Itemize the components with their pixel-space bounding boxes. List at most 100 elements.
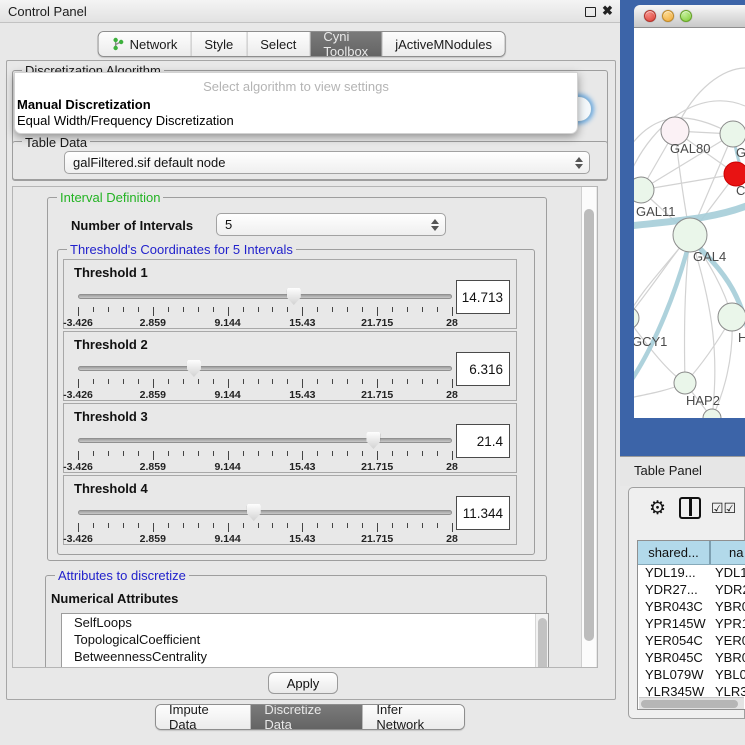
tab-group: Network Style Select Cyni Toolbox jActiv… xyxy=(98,31,506,57)
tick-mark xyxy=(452,307,453,316)
slider-track[interactable] xyxy=(78,438,452,443)
threshold-4-slider[interactable]: -3.4262.8599.14415.4321.71528 xyxy=(78,504,452,544)
cell-shared-name[interactable]: YBR045C xyxy=(638,650,711,667)
tick-mark xyxy=(78,379,79,388)
threshold-1-slider[interactable]: -3.4262.8599.14415.4321.71528 xyxy=(78,288,452,328)
threshold-1-value[interactable]: 14.713 xyxy=(456,280,510,314)
cell-shared-name[interactable]: YDR27... xyxy=(638,582,711,599)
tick-label: 28 xyxy=(446,461,458,473)
cell-name[interactable]: YDR2 xyxy=(711,582,745,599)
attribute-list-item[interactable]: BetweennessCentrality xyxy=(62,648,548,665)
close-icon[interactable]: ✖ xyxy=(602,3,613,19)
cell-name[interactable]: YDL1 xyxy=(711,565,745,582)
tab-network[interactable]: Network xyxy=(99,32,192,56)
column-header-shared[interactable]: shared... xyxy=(638,541,711,564)
threshold-3-value[interactable]: 21.4 xyxy=(456,424,510,458)
tab-style[interactable]: Style xyxy=(191,32,247,56)
table-row[interactable]: YPR145WYPR1 xyxy=(638,616,745,633)
tab-cyni-toolbox[interactable]: Cyni Toolbox xyxy=(310,32,382,56)
table-row[interactable]: YDL19...YDL1 xyxy=(638,565,745,582)
slider-thumb[interactable] xyxy=(287,288,301,305)
mac-close-button[interactable] xyxy=(644,10,656,22)
column-layout-icon[interactable] xyxy=(679,497,701,519)
cell-name[interactable]: YER0 xyxy=(711,633,745,650)
attribute-list-item[interactable]: SelfLoops xyxy=(62,614,548,631)
node-label: HAP2 xyxy=(686,393,720,408)
checkboxes-icon[interactable]: ☑☑ xyxy=(711,500,736,517)
scrollbar-thumb[interactable] xyxy=(584,209,594,641)
table-data-value: galFiltered.sif default node xyxy=(73,155,225,170)
tick-mark xyxy=(123,307,124,312)
table-row[interactable]: YDR27...YDR2 xyxy=(638,582,745,599)
scrollbar-thumb[interactable] xyxy=(538,618,547,668)
slider-track[interactable] xyxy=(78,294,452,299)
cell-shared-name[interactable]: YBL079W xyxy=(638,667,711,684)
table-row[interactable]: YBR045CYBR0 xyxy=(638,650,745,667)
tick-mark xyxy=(198,451,199,456)
cell-name[interactable]: YBR0 xyxy=(711,650,745,667)
tab-select[interactable]: Select xyxy=(247,32,310,56)
gear-icon[interactable]: ⚙ xyxy=(649,497,666,520)
tick-label: 2.859 xyxy=(140,317,166,329)
slider-thumb[interactable] xyxy=(366,432,380,449)
tick-label: 21.715 xyxy=(361,389,393,401)
number-of-intervals-combo[interactable]: 5 xyxy=(216,213,446,236)
popup-option-manual[interactable]: Manual Discretization xyxy=(17,97,151,112)
tab-label: Impute Data xyxy=(169,704,237,730)
cell-name[interactable]: YBL0 xyxy=(711,667,745,684)
tick-mark xyxy=(362,307,363,312)
settings-scrollbar[interactable] xyxy=(581,187,596,667)
cell-name[interactable]: YBR0 xyxy=(711,599,745,616)
node-gal4[interactable] xyxy=(673,218,707,252)
network-canvas[interactable]: GAL80 GA C GAL11 GAL4 GCY1 H HAP2 xyxy=(634,28,745,418)
slider-thumb[interactable] xyxy=(247,504,261,521)
tab-infer-network[interactable]: Infer Network xyxy=(363,705,464,729)
cell-shared-name[interactable]: YBR043C xyxy=(638,599,711,616)
tick-mark xyxy=(452,523,453,532)
threshold-3-slider[interactable]: -3.4262.8599.14415.4321.71528 xyxy=(78,432,452,472)
tab-impute-data[interactable]: Impute Data xyxy=(156,705,251,729)
attributes-list-scrollbar[interactable] xyxy=(535,614,548,668)
network-nodes[interactable] xyxy=(634,117,745,418)
table-row[interactable]: YBL079WYBL0 xyxy=(638,667,745,684)
settings-viewport: Interval Definition Number of Intervals … xyxy=(12,186,598,668)
threshold-4-label: Threshold 4 xyxy=(74,481,148,496)
cell-name[interactable]: YPR1 xyxy=(711,616,745,633)
threshold-2-value[interactable]: 6.316 xyxy=(456,352,510,386)
threshold-4-value[interactable]: 11.344 xyxy=(456,496,510,530)
node-ga[interactable] xyxy=(720,121,745,147)
threshold-2-slider[interactable]: -3.4262.8599.14415.4321.71528 xyxy=(78,360,452,400)
tab-discretize-data[interactable]: Discretize Data xyxy=(251,705,363,729)
network-window-titlebar xyxy=(634,5,745,28)
popup-option-equal-width[interactable]: Equal Width/Frequency Discretization xyxy=(17,113,234,128)
table-row[interactable]: YER054CYER0 xyxy=(638,633,745,650)
slider-thumb[interactable] xyxy=(187,360,201,377)
node-gcy1[interactable] xyxy=(634,307,639,329)
node-h[interactable] xyxy=(718,303,745,331)
table-data-combo[interactable]: galFiltered.sif default node xyxy=(64,151,590,174)
tick-mark xyxy=(287,307,288,312)
tick-mark xyxy=(213,307,214,312)
apply-button[interactable]: Apply xyxy=(268,672,338,694)
scrollbar-thumb[interactable] xyxy=(641,700,738,708)
combo-stepper-icon xyxy=(575,157,583,169)
slider-track[interactable] xyxy=(78,366,452,371)
tick-mark xyxy=(123,451,124,456)
slider-track[interactable] xyxy=(78,510,452,515)
cell-shared-name[interactable]: YER054C xyxy=(638,633,711,650)
cell-shared-name[interactable]: YDL19... xyxy=(638,565,711,582)
tab-jactivemnodules[interactable]: jActiveMNodules xyxy=(382,32,505,56)
mac-minimize-button[interactable] xyxy=(662,10,674,22)
cell-shared-name[interactable]: YPR145W xyxy=(638,616,711,633)
tick-mark xyxy=(168,379,169,384)
tick-label: -3.426 xyxy=(63,317,93,329)
node-hap2[interactable] xyxy=(674,372,696,394)
table-hscrollbar[interactable] xyxy=(639,697,744,709)
column-header-name[interactable]: na xyxy=(711,541,745,564)
attribute-list-item[interactable]: TopologicalCoefficient xyxy=(62,631,548,648)
float-window-icon[interactable] xyxy=(585,7,596,17)
tab-label: Style xyxy=(204,37,233,52)
mac-zoom-button[interactable] xyxy=(680,10,692,22)
tick-mark xyxy=(302,523,303,532)
table-row[interactable]: YBR043CYBR0 xyxy=(638,599,745,616)
